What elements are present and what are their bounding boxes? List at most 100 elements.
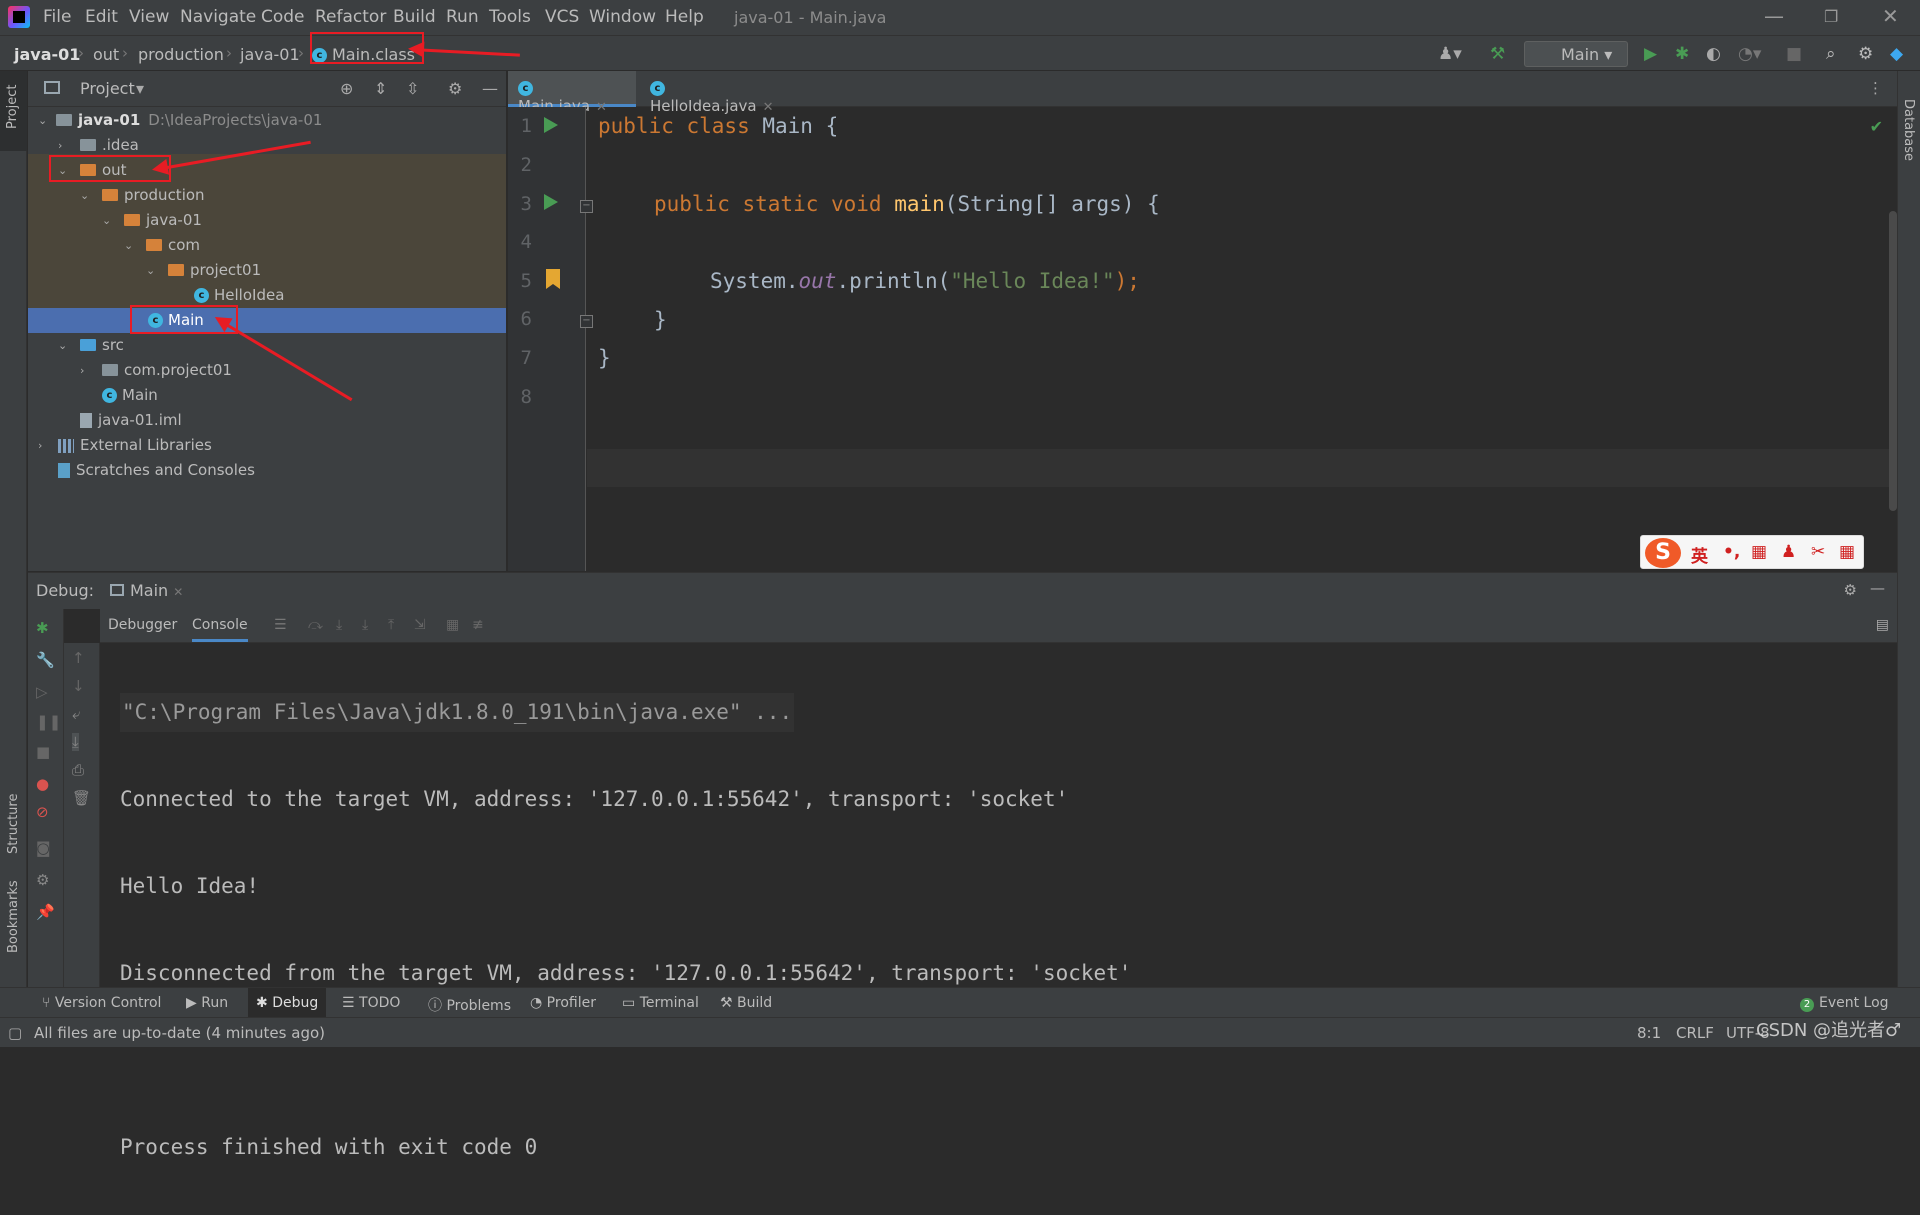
menu-edit[interactable]: Edit bbox=[85, 7, 118, 27]
tree-node-project01[interactable]: ⌄ project01 bbox=[28, 258, 506, 283]
menu-window[interactable]: Window bbox=[589, 7, 656, 27]
tool-version-control[interactable]: ⑂ Version Control bbox=[42, 995, 161, 1011]
modify-config-icon[interactable]: 🔧 bbox=[36, 651, 55, 669]
trash-icon[interactable]: 🗑 bbox=[72, 789, 91, 807]
tool-todo[interactable]: ☰ TODO bbox=[342, 995, 400, 1011]
breadcrumb-project[interactable]: java-01 bbox=[14, 45, 80, 64]
debug-bug-icon[interactable]: ✱ bbox=[1675, 44, 1689, 64]
status-toggle-icon[interactable]: ▢ bbox=[8, 1024, 22, 1042]
tool-debug[interactable]: ✱ Debug bbox=[248, 988, 327, 1018]
menu-code[interactable]: Code bbox=[261, 7, 305, 27]
chevron-down-icon[interactable]: ⌄ bbox=[80, 183, 89, 208]
ime-key[interactable]: ▦ bbox=[1839, 542, 1855, 562]
tree-node-main-source[interactable]: c Main bbox=[28, 383, 506, 408]
tree-node-scratches[interactable]: Scratches and Consoles bbox=[28, 458, 506, 483]
tab-main-java[interactable]: cMain.java ✕ bbox=[508, 71, 636, 115]
mute-breakpoints-icon[interactable]: ⊘ bbox=[36, 803, 49, 821]
debug-settings-icon[interactable]: ⚙ bbox=[36, 871, 49, 889]
expand-all-icon[interactable]: ⇕ bbox=[374, 79, 387, 98]
settings-gear-icon[interactable]: ⚙ bbox=[1858, 44, 1873, 64]
toolbox-icon[interactable]: ◆ bbox=[1890, 44, 1903, 64]
build-hammer-icon[interactable]: ⚒ bbox=[1490, 44, 1505, 64]
caret-position[interactable]: 8:1 bbox=[1637, 1024, 1661, 1042]
run-config-select[interactable]: Main ▾ bbox=[1524, 41, 1628, 67]
tool-run[interactable]: ▶ Run bbox=[186, 995, 228, 1011]
locate-icon[interactable]: ⊕ bbox=[340, 79, 353, 98]
run-to-cursor-icon[interactable]: ⇲ bbox=[414, 617, 426, 633]
rerun-icon[interactable]: ✱ bbox=[36, 619, 49, 637]
fold-marker-icon[interactable]: − bbox=[580, 200, 593, 213]
pause-icon[interactable]: ❚❚ bbox=[36, 713, 61, 731]
tree-node-src[interactable]: ⌄ src bbox=[28, 333, 506, 358]
print-icon[interactable]: ⎙ bbox=[72, 761, 84, 779]
tab-helloidea-java[interactable]: cHelloIdea.java ✕ bbox=[640, 71, 800, 115]
breadcrumb-out[interactable]: out bbox=[93, 45, 119, 64]
restore-icon[interactable]: ❐ bbox=[1824, 7, 1838, 26]
tree-node-com-project01[interactable]: › com.project01 bbox=[28, 358, 506, 383]
chevron-right-icon[interactable]: › bbox=[80, 358, 84, 383]
bookmark-icon[interactable] bbox=[546, 269, 560, 289]
coverage-icon[interactable]: ◐ bbox=[1706, 44, 1721, 64]
step-over-icon[interactable]: ⤼ bbox=[308, 617, 323, 633]
soft-wrap-icon[interactable]: ⤶ bbox=[72, 705, 80, 723]
tree-node-main-class[interactable]: c Main bbox=[28, 308, 506, 333]
menu-help[interactable]: Help bbox=[665, 7, 704, 27]
debug-settings-icon[interactable]: ⚙ bbox=[1844, 581, 1857, 599]
minimize-icon[interactable]: — bbox=[1764, 4, 1784, 28]
step-into-icon[interactable]: ⤓ bbox=[336, 617, 342, 633]
more-tabs-icon[interactable]: ⋮ bbox=[1868, 79, 1883, 97]
layout-icon[interactable]: ▤ bbox=[1876, 617, 1889, 633]
editor-scrollbar[interactable] bbox=[1889, 211, 1897, 511]
database-tool-label[interactable]: Database bbox=[1901, 99, 1916, 161]
chevron-down-icon[interactable]: ⌄ bbox=[146, 258, 155, 283]
tool-profiler[interactable]: ◔ Profiler bbox=[530, 995, 596, 1011]
run-gutter-icon[interactable] bbox=[544, 117, 558, 133]
pin-icon[interactable]: 📌 bbox=[36, 903, 55, 921]
ime-key[interactable]: ♟ bbox=[1781, 542, 1796, 562]
structure-tool-label[interactable]: Structure bbox=[6, 794, 21, 854]
tab-debugger[interactable]: Debugger bbox=[108, 617, 177, 633]
menu-navigate[interactable]: Navigate bbox=[180, 7, 256, 27]
close-icon[interactable]: ✕ bbox=[1882, 4, 1899, 28]
menu-file[interactable]: File bbox=[43, 7, 71, 27]
resume-icon[interactable]: ▷ bbox=[36, 683, 48, 701]
dropdown-icon[interactable]: ▾ bbox=[136, 79, 144, 98]
breadcrumb-production[interactable]: production bbox=[138, 45, 224, 64]
stop-icon[interactable]: ■ bbox=[36, 743, 50, 761]
up-arrow-icon[interactable]: ↑ bbox=[72, 649, 85, 667]
menu-vcs[interactable]: VCS bbox=[545, 7, 579, 27]
vcs-user-icon[interactable]: ♟▾ bbox=[1438, 44, 1462, 64]
scroll-to-end-icon[interactable]: ⤓ bbox=[72, 733, 79, 751]
inspection-ok-icon[interactable]: ✔ bbox=[1870, 117, 1883, 136]
menu-run[interactable]: Run bbox=[446, 7, 479, 27]
hide-panel-icon[interactable]: — bbox=[482, 79, 498, 98]
evaluate-icon[interactable]: ▦ bbox=[446, 617, 459, 633]
bookmarks-tool-label[interactable]: Bookmarks bbox=[6, 880, 21, 953]
tab-close-icon[interactable]: ✕ bbox=[596, 100, 607, 115]
tool-problems[interactable]: ⓘ Problems bbox=[428, 995, 511, 1015]
ime-toolbar[interactable]: S 英 •, ▦ ♟ ✂ ▦ bbox=[1640, 535, 1864, 569]
collapse-all-icon[interactable]: ⇳ bbox=[406, 79, 419, 98]
camera-icon[interactable]: ◙ bbox=[36, 839, 51, 857]
tree-node-external-libraries[interactable]: › External Libraries bbox=[28, 433, 506, 458]
ime-key[interactable]: ▦ bbox=[1751, 542, 1767, 562]
profiler-icon[interactable]: ◔▾ bbox=[1738, 44, 1761, 64]
chevron-down-icon[interactable]: ⌄ bbox=[58, 333, 67, 358]
down-arrow-icon[interactable]: ↓ bbox=[72, 677, 85, 695]
console-output[interactable]: "C:\Program Files\Java\jdk1.8.0_191\bin\… bbox=[120, 645, 1131, 1215]
run-icon[interactable]: ▶ bbox=[1644, 44, 1657, 64]
line-separator[interactable]: CRLF bbox=[1676, 1024, 1714, 1042]
stop-icon[interactable]: ■ bbox=[1786, 44, 1802, 64]
debug-session-tab[interactable]: Main ✕ bbox=[110, 581, 183, 600]
ime-key[interactable]: •, bbox=[1723, 542, 1740, 562]
run-gutter-icon[interactable] bbox=[544, 194, 558, 210]
project-panel-title[interactable]: Project bbox=[80, 79, 135, 98]
breadcrumb-java01[interactable]: java-01 bbox=[240, 45, 300, 64]
tab-close-icon[interactable]: ✕ bbox=[173, 585, 183, 599]
tree-node-com[interactable]: ⌄ com bbox=[28, 233, 506, 258]
menu-build[interactable]: Build bbox=[393, 7, 436, 27]
ime-key[interactable]: ✂ bbox=[1811, 542, 1825, 562]
tab-console[interactable]: Console bbox=[192, 617, 248, 642]
tree-node-project[interactable]: ⌄ java-01 D:\IdeaProjects\java-01 bbox=[28, 108, 506, 133]
tool-build[interactable]: ⚒ Build bbox=[720, 995, 772, 1011]
